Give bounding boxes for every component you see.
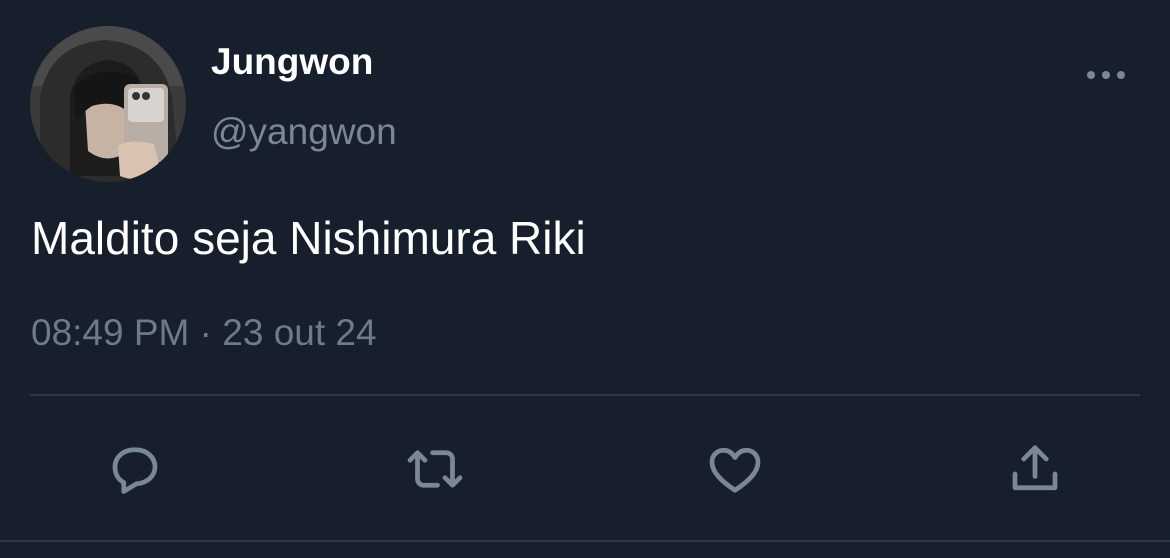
tweet-text: Maldito seja Nishimura Riki [31,212,586,264]
like-button[interactable] [703,437,767,501]
more-options-button[interactable] [1084,60,1128,90]
avatar-image [30,26,186,182]
share-button[interactable] [1003,437,1067,501]
actions-divider [30,394,1140,396]
like-icon [709,447,761,493]
user-handle[interactable]: @yangwon [211,110,397,154]
bottom-divider [0,540,1170,542]
tweet-date[interactable]: 23 out 24 [222,312,376,353]
display-name[interactable]: Jungwon [211,40,373,84]
reply-icon [112,447,158,494]
more-dots-icon [1087,71,1125,79]
tweet-timestamp: 08:49 PM · 23 out 24 [31,310,377,356]
share-icon [1012,445,1058,491]
tweet-card: Jungwon @yangwon Maldito seja Nishimura … [0,0,1170,558]
retweet-button[interactable] [403,437,467,501]
retweet-icon [407,450,463,488]
avatar[interactable] [30,26,186,182]
meta-separator: · [199,312,212,353]
reply-button[interactable] [103,437,167,501]
tweet-time[interactable]: 08:49 PM [31,312,189,353]
